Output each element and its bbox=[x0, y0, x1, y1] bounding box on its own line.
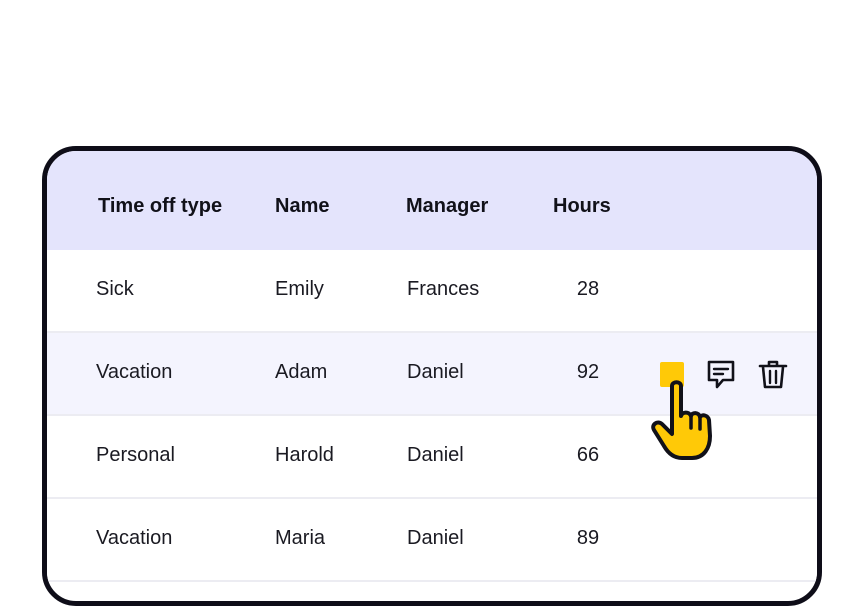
pointer-hand-cursor-icon bbox=[651, 380, 712, 460]
cell-time-off-type: Vacation bbox=[96, 527, 173, 549]
column-header-time-off-type[interactable]: Time off type bbox=[98, 194, 222, 218]
cell-hours: 89 bbox=[576, 527, 600, 549]
cell-manager: Daniel bbox=[407, 444, 464, 466]
cell-name: Emily bbox=[275, 278, 324, 300]
cell-manager: Daniel bbox=[407, 527, 464, 549]
cell-hours: 92 bbox=[576, 361, 600, 383]
cell-name: Maria bbox=[275, 527, 326, 549]
table-row[interactable]: Vacation Maria Daniel 89 bbox=[47, 499, 817, 582]
cell-manager: Frances bbox=[407, 278, 480, 300]
cell-time-off-type: Vacation bbox=[96, 361, 173, 383]
column-header-manager[interactable]: Manager bbox=[406, 194, 488, 218]
cell-hours: 28 bbox=[576, 278, 600, 300]
trash-icon[interactable] bbox=[757, 358, 789, 390]
column-header-name[interactable]: Name bbox=[275, 194, 329, 218]
column-header-hours[interactable]: Hours bbox=[553, 194, 611, 218]
cell-name: Harold bbox=[275, 444, 334, 466]
cell-time-off-type: Sick bbox=[96, 278, 134, 300]
table-row[interactable]: Sick Emily Frances 28 bbox=[47, 250, 817, 333]
cell-name: Adam bbox=[275, 361, 328, 383]
cell-hours: 66 bbox=[576, 444, 600, 466]
cell-time-off-type: Personal bbox=[96, 444, 175, 466]
cell-manager: Daniel bbox=[407, 361, 464, 383]
table-header: Time off type Name Manager Hours bbox=[47, 151, 817, 250]
time-off-table-card: Time off type Name Manager Hours Sick Em… bbox=[42, 146, 822, 606]
